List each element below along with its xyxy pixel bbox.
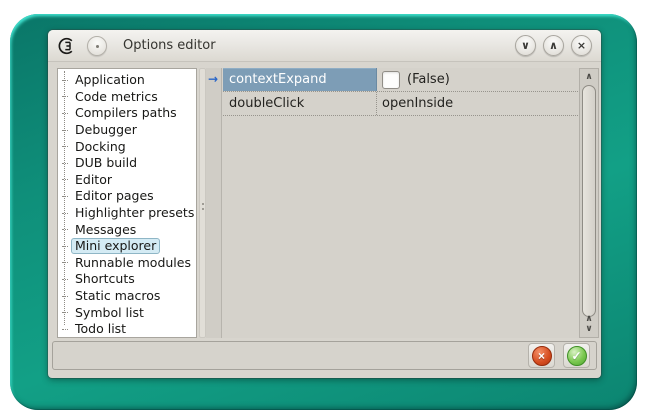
sidebar-item-label: Code metrics: [71, 89, 162, 105]
property-grid: → contextExpand (False) doubleClick open…: [206, 68, 599, 338]
sidebar-item-label: Messages: [71, 222, 140, 238]
sidebar-item-label: Todo list: [71, 321, 130, 337]
sidebar-item-label: Editor: [71, 172, 116, 188]
splitter-grip-icon: [202, 203, 204, 205]
footer-bar: × ✓: [52, 341, 597, 370]
tree-branch-icon: [62, 80, 68, 81]
tree-branch-icon: [62, 130, 68, 131]
tree-branch-icon: [62, 163, 68, 164]
sidebar-item-label: Compilers paths: [71, 105, 181, 121]
sidebar-item[interactable]: Highlighter presets: [62, 205, 196, 222]
cancel-icon: ×: [532, 346, 552, 366]
sidebar-item[interactable]: Application: [62, 72, 196, 89]
property-value-text: openInside: [382, 96, 453, 111]
titlebar[interactable]: Options editor ∨ ∧ ×: [48, 30, 601, 62]
sidebar-item[interactable]: Compilers paths: [62, 105, 196, 122]
property-row-doubleclick[interactable]: doubleClick openInside: [223, 92, 578, 116]
sidebar-item-label: Runnable modules: [71, 255, 195, 271]
sidebar-item[interactable]: Shortcuts: [62, 271, 196, 288]
app-logo-icon: [57, 37, 75, 55]
sidebar-item-label: Symbol list: [71, 305, 148, 321]
tree-branch-icon: [62, 179, 68, 180]
property-name[interactable]: doubleClick: [223, 92, 377, 115]
scroll-down-icon[interactable]: ∨: [580, 324, 598, 334]
sidebar-item[interactable]: Docking: [62, 138, 196, 155]
property-row-contextexpand[interactable]: contextExpand (False): [223, 68, 578, 92]
contextexpand-checkbox[interactable]: [382, 71, 400, 89]
selected-row-arrow-icon: →: [208, 72, 218, 86]
sidebar-item[interactable]: DUB build: [62, 155, 196, 172]
minimize-button[interactable]: ∨: [515, 35, 536, 56]
sidebar-item[interactable]: Editor pages: [62, 188, 196, 205]
grid-scrollbar[interactable]: ∧ ∧ ∨: [579, 68, 599, 338]
sidebar-item[interactable]: Mini explorer: [62, 238, 196, 255]
sidebar-item-label: Shortcuts: [71, 271, 139, 287]
sidebar-item[interactable]: Symbol list: [62, 304, 196, 321]
close-button[interactable]: ×: [571, 35, 592, 56]
accept-icon: ✓: [567, 346, 587, 366]
tree-branch-icon: [62, 146, 68, 147]
tree-branch-icon: [62, 96, 68, 97]
sidebar-item-label: Highlighter presets: [71, 205, 197, 221]
tree-branch-icon: [62, 196, 68, 197]
window-frame: Options editor ∨ ∧ × Application: [10, 14, 637, 410]
property-value: (False): [377, 68, 578, 91]
category-tree: Application Code metrics Compilers paths: [57, 68, 197, 338]
sidebar-item-label: Editor pages: [71, 188, 158, 204]
sidebar-item[interactable]: Todo list: [62, 321, 196, 338]
sidebar-item-label: Docking: [71, 139, 130, 155]
tree-branch-icon: [62, 229, 68, 230]
menu-dot-icon: [96, 45, 99, 48]
sidebar-item[interactable]: Messages: [62, 221, 196, 238]
scroll-up-icon[interactable]: ∧: [580, 72, 598, 82]
tree-branch-icon: [62, 262, 68, 263]
sidebar-item-label: Debugger: [71, 122, 141, 138]
desktop-background: Options editor ∨ ∧ × Application: [0, 0, 647, 420]
accept-button[interactable]: ✓: [563, 343, 590, 368]
sidebar-item[interactable]: Debugger: [62, 122, 196, 139]
tree-branch-icon: [62, 246, 68, 247]
tree-branch-icon: [62, 312, 68, 313]
sidebar-item[interactable]: Editor: [62, 172, 196, 189]
sidebar-item-label: DUB build: [71, 155, 141, 171]
tree-branch-icon: [62, 279, 68, 280]
checkbox-state-label: (False): [407, 72, 450, 87]
property-rows: contextExpand (False) doubleClick openIn…: [223, 68, 578, 116]
sidebar-item-label: Static macros: [71, 288, 164, 304]
sidebar-item-label: Application: [71, 72, 149, 88]
tree-branch-icon: [62, 213, 68, 214]
scrollbar-thumb[interactable]: [582, 85, 596, 317]
property-name[interactable]: contextExpand: [223, 68, 377, 91]
scroll-up-icon[interactable]: ∧: [580, 314, 598, 324]
sidebar-item[interactable]: Runnable modules: [62, 255, 196, 272]
tree-branch-icon: [62, 329, 68, 330]
sidebar-item[interactable]: Code metrics: [62, 89, 196, 106]
window-menu-button[interactable]: [87, 36, 107, 56]
cancel-button[interactable]: ×: [528, 343, 555, 368]
maximize-button[interactable]: ∧: [543, 35, 564, 56]
property-grid-gutter: →: [206, 68, 222, 338]
sidebar-item[interactable]: Static macros: [62, 288, 196, 305]
window-title: Options editor: [123, 38, 216, 53]
tree-branch-icon: [62, 296, 68, 297]
tree-branch-icon: [62, 113, 68, 114]
titlebar-buttons: ∨ ∧ ×: [515, 35, 592, 56]
property-value[interactable]: openInside: [377, 92, 578, 115]
splitter-handle[interactable]: [199, 68, 206, 338]
options-editor-window: Options editor ∨ ∧ × Application: [48, 30, 601, 378]
sidebar-item-label: Mini explorer: [71, 238, 160, 254]
